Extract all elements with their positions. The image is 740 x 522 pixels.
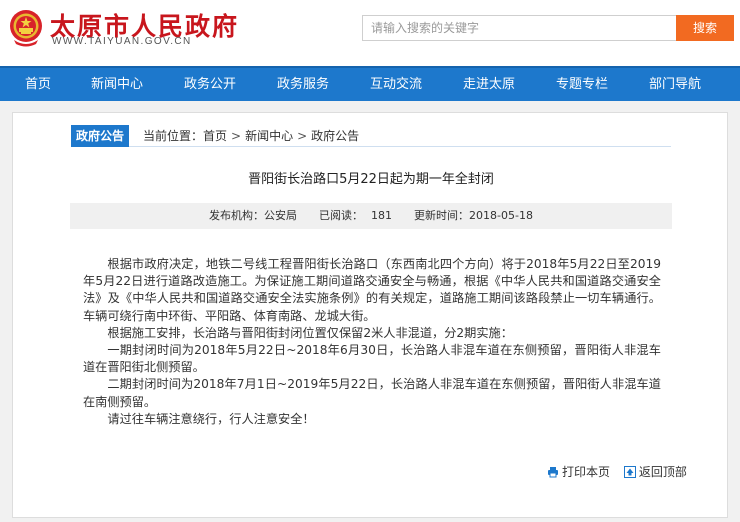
article-paragraph: 根据施工安排，长治路与晋阳街封闭位置仅保留2米人非混道，分2期实施： [107,325,513,340]
nav-item-topics[interactable]: 专题专栏 [556,68,608,101]
back-to-top-label[interactable]: 返回顶部 [639,464,687,480]
article-paragraph: 一期封闭时间为2018年5月22日~2018年6月30日，长治路人非混车道在东侧… [83,343,661,375]
national-emblem-icon [10,10,42,47]
print-page-link[interactable]: 打印本页 [547,464,610,480]
views-label: 已阅读： [319,209,364,222]
back-to-top-icon [623,466,636,478]
nav-item-departments[interactable]: 部门导航 [649,68,701,101]
breadcrumb-trail: 当前位置：首页 > 新闻中心 > 政府公告 [143,125,359,147]
article-meta: 发布机构：公安局 已阅读： 181 更新时间：2018-05-18 [70,203,672,229]
site-header: 太原市人民政府 WWW.TAIYUAN.GOV.CN 搜索 [0,0,740,66]
breadcrumb: 政府公告 当前位置：首页 > 新闻中心 > 政府公告 [71,125,671,147]
print-page-label[interactable]: 打印本页 [562,464,610,480]
article-panel: 政府公告 当前位置：首页 > 新闻中心 > 政府公告 晋阳街长治路口5月22日起为期一年… [12,112,728,518]
main-nav: 首页 新闻中心 政务公开 政务服务 互动交流 走进太原 专题专栏 部门导航 [0,66,740,101]
breadcrumb-prefix: 当前位置： [143,129,204,143]
printer-icon [548,467,558,478]
nav-item-home[interactable]: 首页 [25,68,51,101]
article-title: 晋阳街长治路口5月22日起为期一年全封闭 [248,172,494,187]
article-paragraph: 请过往车辆注意绕行，行人注意安全！ [107,411,315,426]
updated-value: 2018-05-18 [469,209,533,222]
search-button[interactable]: 搜索 [676,15,734,41]
publisher-value: 公安局 [264,209,298,222]
search-input[interactable] [362,15,676,41]
views-value: 181 [371,209,393,222]
breadcrumb-separator: > [297,129,308,143]
back-to-top-link[interactable]: 返回顶部 [623,464,687,480]
breadcrumb-current[interactable]: 政府公告 [311,125,359,147]
nav-item-about-taiyuan[interactable]: 走进太原 [463,68,515,101]
breadcrumb-separator: > [231,129,242,143]
nav-item-interaction[interactable]: 互动交流 [370,68,422,101]
article-body: 根据市政府决定，地铁二号线工程晋阳街长治路口（东西南北四个方向）将于2018年5… [83,256,661,428]
breadcrumb-home[interactable]: 首页 [203,125,227,147]
site-url: WWW.TAIYUAN.GOV.CN [52,36,192,47]
updated-label: 更新时间： [414,209,470,222]
section-tag[interactable]: 政府公告 [71,125,130,147]
article-paragraph: 根据市政府决定，地铁二号线工程晋阳街长治路口（东西南北四个方向）将于2018年5… [83,257,661,323]
nav-item-gov-affairs-open[interactable]: 政务公开 [184,68,236,101]
content-area: 政府公告 当前位置：首页 > 新闻中心 > 政府公告 晋阳街长治路口5月22日起为期一年… [0,101,740,522]
breadcrumb-news[interactable]: 新闻中心 [245,125,293,147]
article-footer-links: 打印本页 返回顶部 [537,464,687,480]
article-paragraph: 二期封闭时间为2018年7月1日~2019年5月22日，长治路人非混车道在东侧预… [83,377,661,409]
nav-item-news[interactable]: 新闻中心 [91,68,143,101]
publisher-label: 发布机构： [209,209,265,222]
nav-item-gov-services[interactable]: 政务服务 [277,68,329,101]
